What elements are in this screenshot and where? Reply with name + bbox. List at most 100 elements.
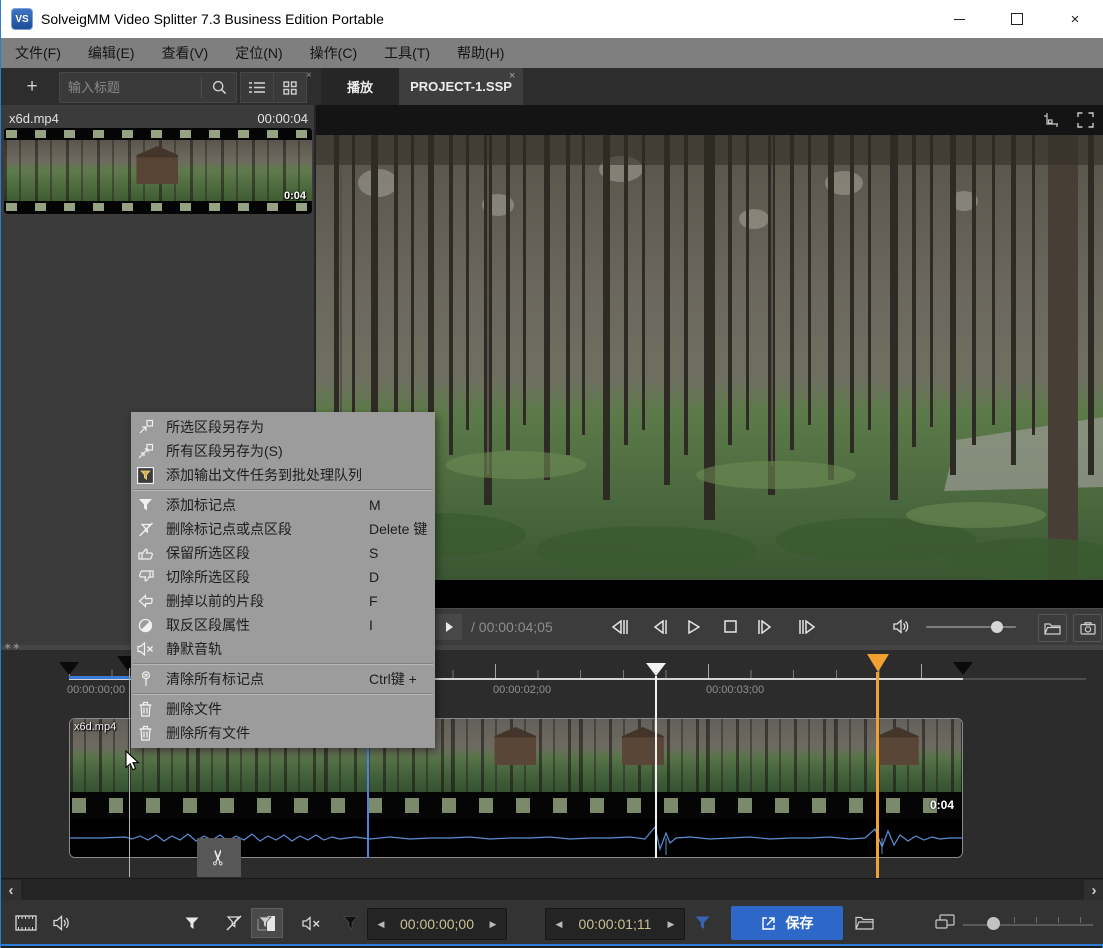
marker-line-white <box>655 676 657 858</box>
menu-separator <box>133 489 433 491</box>
context-menu: 所选区段另存为 所有区段另存为(S) 添加输出文件任务到批处理队列 添加标记点 … <box>131 412 435 748</box>
volume-icon[interactable] <box>891 618 913 635</box>
volume-knob[interactable] <box>991 621 1003 633</box>
keep-selected-fragment-icon <box>137 545 154 562</box>
menu-item-edit[interactable]: 编辑(E) <box>88 43 135 63</box>
next-split-button[interactable] <box>797 618 819 635</box>
open-folder-button[interactable] <box>1038 614 1067 642</box>
toggle-video-track-button[interactable] <box>11 908 41 938</box>
marker-line-orange <box>876 672 879 878</box>
media-search-input[interactable] <box>60 80 201 95</box>
scroll-right-button[interactable]: › <box>1084 880 1103 900</box>
marker-end-icon <box>687 908 717 938</box>
play-button[interactable] <box>683 618 705 635</box>
tab-close-icon[interactable]: × <box>509 70 515 82</box>
search-icon[interactable] <box>202 73 236 102</box>
context-menu-item-mute-track[interactable]: 静默音轨 <box>131 637 435 661</box>
crop-icon[interactable] <box>1043 112 1061 128</box>
media-search-box <box>59 72 237 103</box>
playlist-expand-button[interactable] <box>436 614 462 640</box>
zoom-slider[interactable] <box>963 924 1093 926</box>
stop-button[interactable] <box>719 618 741 635</box>
context-menu-item-cut-fragment[interactable]: 切除所选区段 D <box>131 565 435 589</box>
list-view-button[interactable] <box>240 72 274 103</box>
cut-selected-fragment-icon <box>137 569 154 586</box>
tab-play[interactable]: 播放 <box>321 68 399 105</box>
marker-delete-icon <box>225 915 243 931</box>
start-time-field: ◀ 00:00:00;00 ▶ <box>367 908 507 940</box>
output-folder-button[interactable] <box>849 908 879 938</box>
frame-back-button[interactable] <box>648 618 670 635</box>
add-media-button[interactable]: + <box>17 73 47 100</box>
context-menu-item-clear-markers[interactable]: 清除所有标记点 Ctrl键 + <box>131 667 435 691</box>
context-menu-item-invert[interactable]: 取反区段属性 I <box>131 613 435 637</box>
context-menu-item-save-all[interactable]: 所有区段另存为(S) <box>131 439 435 463</box>
tab-project[interactable]: PROJECT-1.SSP <box>399 68 523 105</box>
menu-item-help[interactable]: 帮助(H) <box>457 43 504 63</box>
mute-speaker-icon <box>302 916 321 931</box>
context-menu-item-delete-file[interactable]: 删除文件 <box>131 697 435 721</box>
context-menu-item-delete-marker[interactable]: 删除标记点或点区段 Delete 键 <box>131 517 435 541</box>
fullscreen-icon[interactable] <box>1077 112 1095 128</box>
video-toolbar <box>316 105 1103 135</box>
zoom-tick <box>1080 917 1081 923</box>
menu-item-tools[interactable]: 工具(T) <box>384 43 430 63</box>
context-menu-item-batch-queue[interactable]: 添加输出文件任务到批处理队列 <box>131 463 435 487</box>
save-button[interactable]: 保存 <box>731 906 843 940</box>
end-time-increment[interactable]: ▶ <box>658 919 684 930</box>
marker-pane-button[interactable] <box>251 908 283 938</box>
selection-range[interactable] <box>69 676 131 679</box>
delete-marker-button[interactable] <box>219 908 249 938</box>
context-menu-item-add-marker[interactable]: 添加标记点 M <box>131 493 435 517</box>
split-button[interactable]: ✂ <box>197 838 241 877</box>
menu-item-navigation[interactable]: 定位(N) <box>235 43 282 63</box>
context-menu-item-delete-all-files[interactable]: 删除所有文件 <box>131 721 435 745</box>
timeline-marker-orange[interactable] <box>867 654 889 672</box>
maximize-icon <box>1011 13 1023 25</box>
panel-close-icon[interactable]: × <box>306 70 312 81</box>
film-sprockets-top <box>4 128 312 140</box>
prev-split-button[interactable] <box>607 618 629 635</box>
toggle-audio-track-button[interactable] <box>47 908 77 938</box>
menu-item-control[interactable]: 操作(C) <box>310 43 357 63</box>
thumb-time-badge: 0:04 <box>284 190 306 202</box>
context-menu-item-save-selected[interactable]: 所选区段另存为 <box>131 415 435 439</box>
context-menu-item-keep-fragment[interactable]: 保留所选区段 S <box>131 541 435 565</box>
close-button[interactable]: × <box>1046 0 1103 38</box>
end-time-value[interactable]: 00:00:01;11 <box>572 916 658 932</box>
timeline-marker-white[interactable] <box>646 663 666 676</box>
scissors-icon: ✂ <box>206 849 231 867</box>
add-marker-icon <box>137 497 154 514</box>
speaker-icon <box>53 915 72 931</box>
grid-view-button[interactable] <box>273 72 307 103</box>
menu-item-view[interactable]: 查看(V) <box>162 43 209 63</box>
add-marker-button[interactable] <box>177 908 207 938</box>
start-time-value[interactable]: 00:00:00;00 <box>394 916 480 932</box>
context-menu-item-trim-previous[interactable]: 删掉以前的片段 F <box>131 589 435 613</box>
minimize-button[interactable] <box>930 0 988 38</box>
frame-forward-button[interactable] <box>754 618 776 635</box>
timeline-marker-black[interactable] <box>59 662 79 675</box>
timeline-marker-black[interactable] <box>953 662 973 675</box>
film-frame <box>452 719 579 792</box>
end-time-decrement[interactable]: ◀ <box>546 919 572 930</box>
invert-fragments-icon <box>137 617 154 634</box>
transport-time: / 00:00:04;05 <box>471 619 553 635</box>
start-time-increment[interactable]: ▶ <box>480 919 506 930</box>
delete-marker-icon <box>137 521 154 538</box>
media-toolbar: + × 播放 PROJECT-1.SSP × <box>1 68 1103 105</box>
menu-item-file[interactable]: 文件(F) <box>15 43 61 63</box>
maximize-button[interactable] <box>988 0 1046 38</box>
start-time-decrement[interactable]: ◀ <box>368 919 394 930</box>
timeline-hscrollbar[interactable]: ‹ › <box>1 878 1103 900</box>
media-thumbnail[interactable]: 0:04 <box>4 128 312 214</box>
zoom-knob[interactable] <box>987 917 1000 930</box>
timeline-ruler-end <box>963 678 1086 680</box>
major-tick <box>495 664 496 678</box>
save-label: 保存 <box>786 913 814 933</box>
marker-funnel-icon <box>184 916 200 931</box>
mute-button[interactable] <box>296 908 326 938</box>
snapshot-button[interactable] <box>1073 614 1102 642</box>
zoom-tick <box>1036 917 1037 923</box>
scroll-left-button[interactable]: ‹ <box>1 880 21 900</box>
